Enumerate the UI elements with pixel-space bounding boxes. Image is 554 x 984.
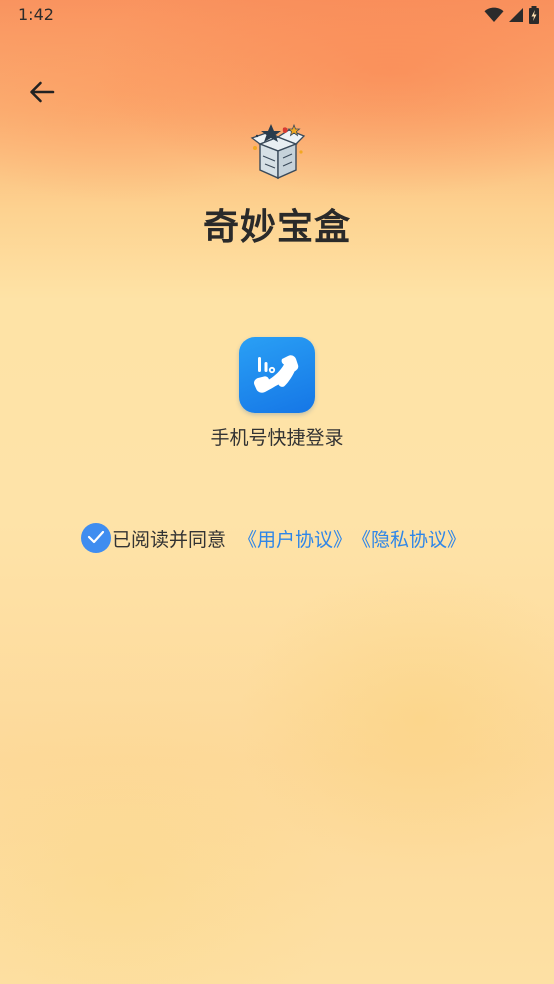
back-button[interactable] [22,76,62,112]
status-bar: 1:42 [0,0,554,30]
agreement-prefix: 已阅读并同意 [112,528,227,551]
phone-quick-login-button[interactable]: 手机号快捷登录 [197,336,357,451]
battery-icon [528,6,540,28]
signal-icon [508,7,524,27]
agreement-checkbox[interactable] [81,523,111,553]
check-icon [87,527,105,549]
privacy-policy-link[interactable]: 《隐私协议》 [352,525,466,552]
status-icons [484,6,540,28]
agreement-row: 已阅读并同意 《用户协议》 《隐私协议》 [81,522,466,554]
wifi-icon [484,7,504,27]
treasure-box-logo [247,122,307,182]
app-title: 奇妙宝盒 [202,207,351,248]
status-time: 1:42 [18,5,54,24]
phone-login-label: 手机号快捷登录 [210,427,344,449]
phone-quick-login-icon [239,337,315,413]
arrow-left-icon [29,81,55,107]
user-agreement-link[interactable]: 《用户协议》 [238,525,352,552]
